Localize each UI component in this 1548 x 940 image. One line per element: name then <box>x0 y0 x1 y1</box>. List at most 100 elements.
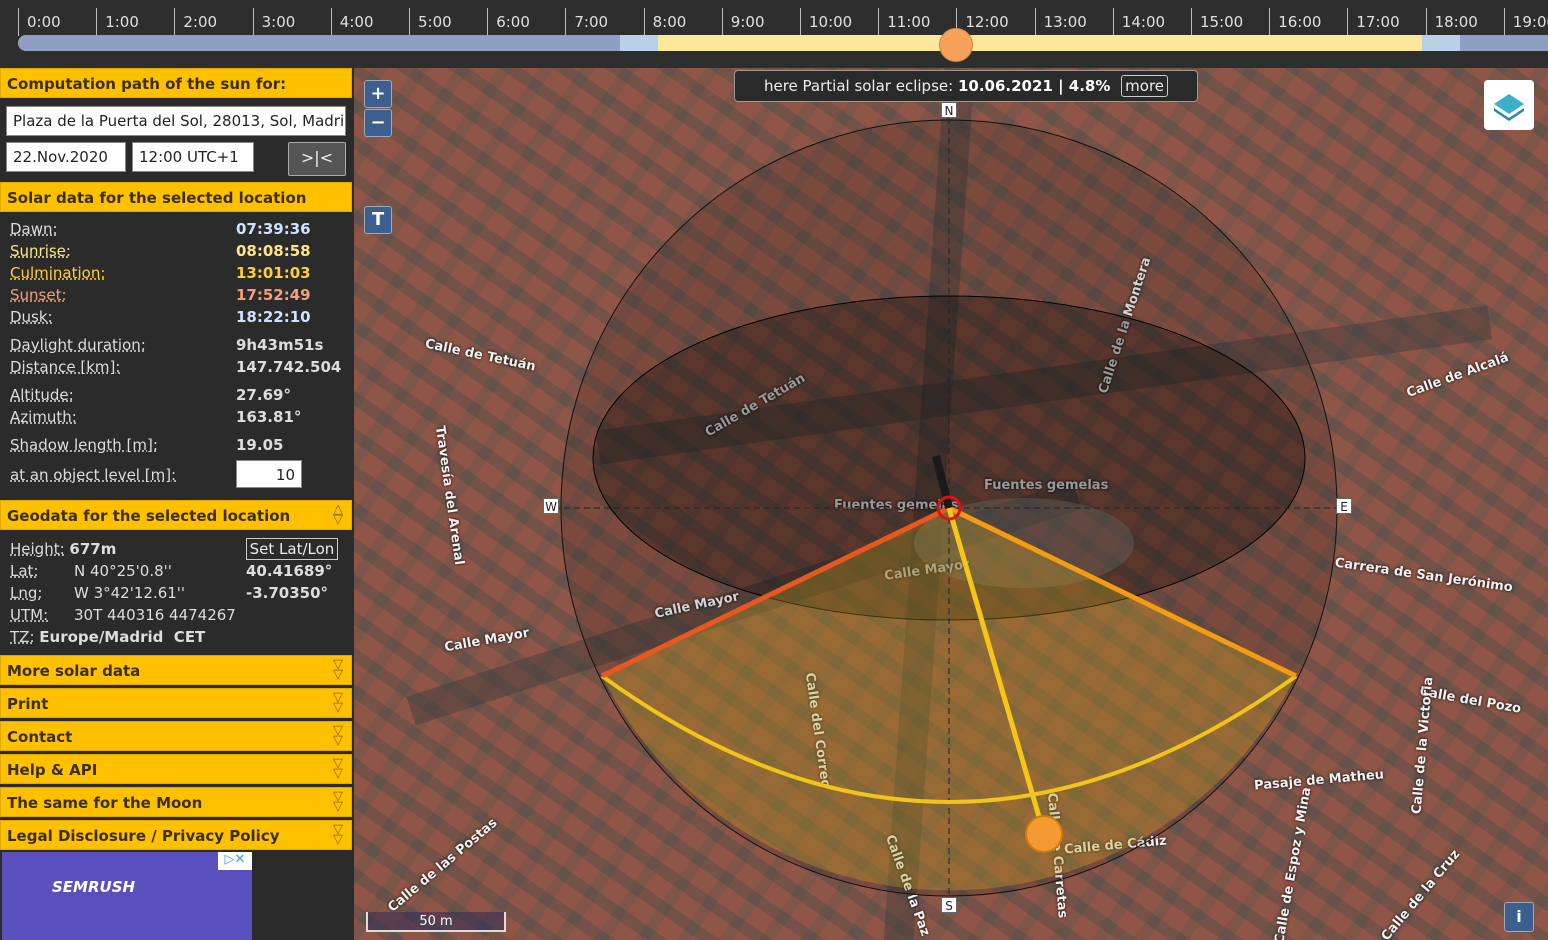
timeline[interactable]: 0:00 1:00 2:00 3:00 4:00 5:00 6:00 7:00 8:00 9:00… <box>0 0 1548 68</box>
timeline-hour-tick: 17:00 <box>1347 8 1400 36</box>
timeline-hour-tick: 9:00 <box>721 8 764 36</box>
info-button[interactable]: i <box>1504 902 1534 932</box>
address-input[interactable]: Plaza de la Puerta del Sol, 28013, Sol, … <box>6 106 346 136</box>
section-header[interactable]: Legal Disclosure / Privacy Policy ▽ ▽ <box>0 820 352 850</box>
timeline-hour-tick: 16:00 <box>1269 8 1321 36</box>
utm-label: UTM: <box>10 606 49 624</box>
dusk-label: Dusk: <box>10 308 53 326</box>
section-header[interactable]: More solar data ▽ ▽ <box>0 655 352 685</box>
expand-icon: ▽ ▽ <box>333 657 343 682</box>
section-label: More solar data <box>7 662 141 680</box>
time-input[interactable]: 12:00 UTC+1 <box>132 142 254 172</box>
sunset-value: 17:52:49 <box>236 286 311 304</box>
shadow-row: Shadow length [m]: 19.05 <box>10 436 283 454</box>
geo-header-label: Geodata for the selected location <box>7 507 291 525</box>
timeline-hour-tick: 1:00 <box>96 8 139 36</box>
collapse-icon: △ ▽ <box>333 502 343 527</box>
utm-value: 30T 440316 4474267 <box>74 606 236 624</box>
lat-decimal: 40.41689° <box>246 562 333 580</box>
section-header[interactable]: Contact ▽ ▽ <box>0 721 352 751</box>
geo-header[interactable]: Geodata for the selected location △ ▽ <box>0 500 352 530</box>
timeline-hour-tick: 3:00 <box>252 8 295 36</box>
timeline-hour-tick: 19:00 <box>1503 8 1548 36</box>
sun-position-icon[interactable] <box>1025 815 1063 853</box>
eclipse-more-button[interactable]: more <box>1121 75 1169 97</box>
altitude-value: 27.69° <box>236 386 291 404</box>
advertisement[interactable]: SEMRUSH ▷✕ <box>2 852 252 940</box>
sunrise-value: 08:08:58 <box>236 242 311 260</box>
semrush-logo: SEMRUSH <box>52 878 136 896</box>
sunset-row: Sunset: 17:52:49 <box>10 286 311 304</box>
azimuth-label: Azimuth: <box>10 408 77 426</box>
timeline-hour-tick: 2:00 <box>174 8 217 36</box>
lng-decimal: -3.70350° <box>246 584 329 602</box>
lng-dms: W 3°42'12.61'' <box>74 584 186 602</box>
shadow-value: 19.05 <box>236 436 284 454</box>
dawn-row: Dawn: 07:39:36 <box>10 220 311 238</box>
section-header[interactable]: The same for the Moon ▽ ▽ <box>0 787 352 817</box>
compass-north: N <box>941 102 957 118</box>
section-label: Contact <box>7 728 73 746</box>
timeline-hour-tick: 13:00 <box>1034 8 1087 36</box>
ad-close-icon[interactable]: ▷✕ <box>218 852 252 870</box>
distance-row: Distance [km]: 147.742.504 <box>10 358 341 376</box>
utm-row: UTM: 30T 440316 4474267 <box>10 606 236 624</box>
distance-label: Distance [km]: <box>10 358 121 376</box>
terrain-toggle-button[interactable]: T <box>364 206 392 234</box>
section-label: Help & API <box>7 761 98 779</box>
section-header[interactable]: Print ▽ ▽ <box>0 688 352 718</box>
timeline-hour-tick: 0:00 <box>18 8 61 36</box>
sun-overlay <box>554 108 1344 908</box>
tz-label: TZ: <box>10 628 35 646</box>
eclipse-banner: here Partial solar eclipse: 10.06.2021 |… <box>734 70 1198 102</box>
section-label: The same for the Moon <box>7 794 203 812</box>
timeline-hour-tick: 6:00 <box>487 8 530 36</box>
sunrise-row: Sunrise: 08:08:58 <box>10 242 311 260</box>
daylight-label: Daylight duration: <box>10 336 146 354</box>
dusk-value: 18:22:10 <box>236 308 311 326</box>
section-header[interactable]: Help & API ▽ ▽ <box>0 754 352 784</box>
zoom-out-button[interactable]: − <box>364 109 392 137</box>
azimuth-value: 163.81° <box>236 408 302 426</box>
time-slider-handle[interactable] <box>939 28 974 62</box>
solar-header: Solar data for the selected location <box>0 182 352 212</box>
lat-row: Lat: N 40°25'0.8'' 40.41689° <box>10 562 332 580</box>
expand-icon: ▽ ▽ <box>333 822 343 847</box>
dawn-label: Dawn: <box>10 220 58 238</box>
timeline-hour-tick: 7:00 <box>565 8 608 36</box>
twilight-segment <box>620 35 658 51</box>
zoom-in-button[interactable]: + <box>364 80 392 108</box>
timeline-hour-tick: 14:00 <box>1112 8 1165 36</box>
shadow-label: Shadow length [m]: <box>10 436 158 454</box>
distance-value: 147.742.504 <box>236 358 342 376</box>
layers-button[interactable] <box>1484 80 1534 130</box>
compass-west: W <box>543 498 559 514</box>
map[interactable]: Calle de TetuánCalle de TetuánCalle de l… <box>354 68 1548 940</box>
eclipse-value: 10.06.2021 | 4.8% <box>957 77 1111 95</box>
lng-row: Lng: W 3°42'12.61'' -3.70350° <box>10 584 328 602</box>
height-value: 677m <box>69 540 117 558</box>
object-level-input[interactable]: 10 <box>236 460 302 488</box>
azimuth-row: Azimuth: 163.81° <box>10 408 301 426</box>
object-level-label: at an object level [m]: <box>10 466 177 484</box>
date-input[interactable]: 22.Nov.2020 <box>6 142 126 172</box>
set-latlon-button[interactable]: Set Lat/Lon <box>246 538 338 560</box>
path-header: Computation path of the sun for: <box>0 68 352 98</box>
center-map-button[interactable]: >|< <box>288 142 346 176</box>
layers-icon <box>1494 94 1524 121</box>
dusk-row: Dusk: 18:22:10 <box>10 308 311 326</box>
compass-south: S <box>941 897 957 913</box>
expand-icon: ▽ ▽ <box>333 690 343 715</box>
section-label: Legal Disclosure / Privacy Policy <box>7 827 280 845</box>
tz-value: Europe/Madrid CET <box>39 628 206 646</box>
timeline-hour-tick: 4:00 <box>330 8 373 36</box>
expand-icon: ▽ ▽ <box>333 789 343 814</box>
eclipse-prefix: here Partial solar eclipse: <box>763 77 954 95</box>
daylight-row: Daylight duration: 9h43m51s <box>10 336 323 354</box>
timeline-hour-tick: 15:00 <box>1191 8 1243 36</box>
sunrise-label: Sunrise: <box>10 242 71 260</box>
lat-dms: N 40°25'0.8'' <box>74 562 172 580</box>
time-slider-track[interactable] <box>18 35 1548 51</box>
compass-east: E <box>1336 498 1352 514</box>
altitude-label: Altitude: <box>10 386 74 404</box>
